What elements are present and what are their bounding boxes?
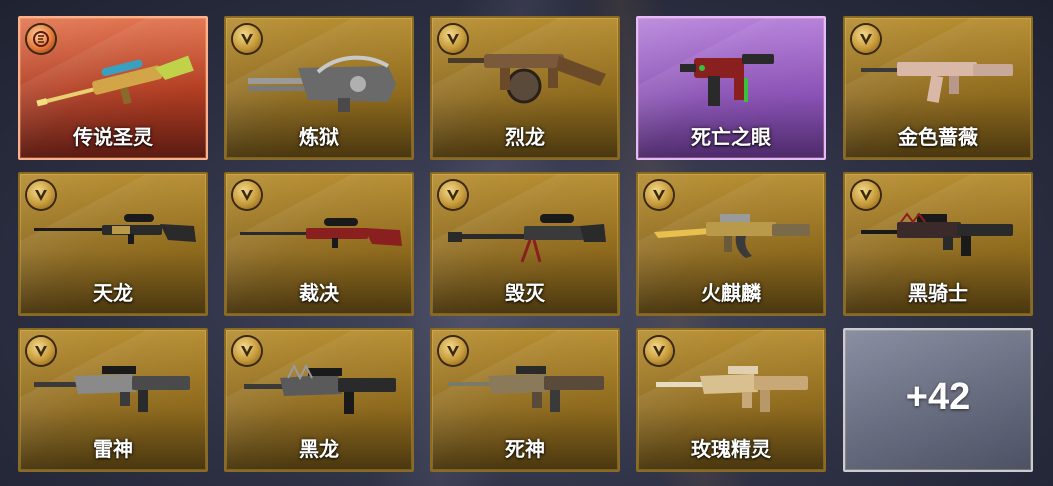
weapon-collection-grid: 传说圣灵 炼狱 烈龙 死亡之眼 金色蔷薇 天龙 裁决 毁灭 火麒麟 黑骑士 雷神… xyxy=(0,0,1053,486)
weapon-name: 天龙 xyxy=(93,281,133,305)
weapon-name: 炼狱 xyxy=(299,125,339,149)
weapon-card-fire-kirin[interactable]: 火麒麟 xyxy=(636,172,826,316)
more-weapons-button[interactable]: +42 xyxy=(843,328,1033,472)
ak-rifle-icon xyxy=(654,214,810,258)
tommy-gun-icon xyxy=(448,54,606,104)
heavy-sniper-icon xyxy=(448,214,606,263)
weapon-name: 死神 xyxy=(505,437,545,461)
weapon-name: 火麒麟 xyxy=(701,281,761,305)
weapon-card-black-dragon[interactable]: 黑龙 xyxy=(224,328,414,472)
smg-icon xyxy=(680,54,774,106)
weapon-name: 裁决 xyxy=(299,281,339,305)
sniper-rifle-icon xyxy=(240,218,402,248)
more-count: +42 xyxy=(905,376,971,418)
weapon-card-judgment[interactable]: 裁决 xyxy=(224,172,414,316)
assault-rifle-icon xyxy=(861,62,1013,103)
weapon-name: 玫瑰精灵 xyxy=(691,437,771,461)
weapon-card-rose-spirit[interactable]: 玫瑰精灵 xyxy=(636,328,826,472)
weapon-card-legendary-spirit[interactable]: 传说圣灵 xyxy=(18,16,208,160)
weapon-card-golden-rose[interactable]: 金色蔷薇 xyxy=(843,16,1033,160)
m4-rifle-icon xyxy=(244,363,396,414)
weapon-card-annihilation[interactable]: 毁灭 xyxy=(430,172,620,316)
sniper-rifle-icon xyxy=(34,214,196,244)
sniper-rifle-icon xyxy=(36,55,194,107)
weapon-name: 死亡之眼 xyxy=(691,125,771,149)
weapon-name: 毁灭 xyxy=(505,281,545,305)
m4-rifle-icon xyxy=(656,366,808,412)
weapon-name: 传说圣灵 xyxy=(73,125,153,149)
weapon-card-fierce-dragon[interactable]: 烈龙 xyxy=(430,16,620,160)
gatling-gun-icon xyxy=(248,55,396,112)
m4-rifle-icon xyxy=(861,212,1013,256)
weapon-card-thor[interactable]: 雷神 xyxy=(18,328,208,472)
weapon-card-reaper[interactable]: 死神 xyxy=(430,328,620,472)
m4-rifle-icon xyxy=(34,366,190,412)
weapon-name: 金色蔷薇 xyxy=(898,125,978,149)
weapon-card-death-eye[interactable]: 死亡之眼 xyxy=(636,16,826,160)
weapon-name: 黑龙 xyxy=(299,437,339,461)
weapon-name: 雷神 xyxy=(93,437,133,461)
weapon-card-black-knight[interactable]: 黑骑士 xyxy=(843,172,1033,316)
weapon-name: 黑骑士 xyxy=(908,281,968,305)
m4-rifle-icon xyxy=(448,366,604,412)
weapon-card-sky-dragon[interactable]: 天龙 xyxy=(18,172,208,316)
weapon-card-inferno[interactable]: 炼狱 xyxy=(224,16,414,160)
weapon-name: 烈龙 xyxy=(505,125,545,149)
